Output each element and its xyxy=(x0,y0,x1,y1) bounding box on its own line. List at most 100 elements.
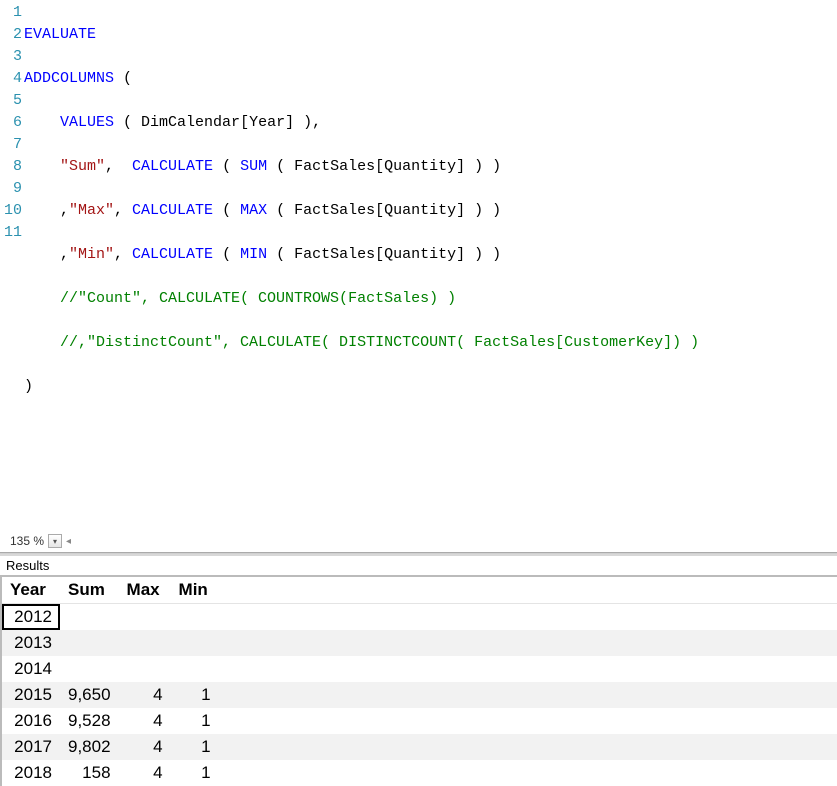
function-sum: SUM xyxy=(240,158,267,175)
cell-max[interactable]: 4 xyxy=(119,760,171,786)
cell-max[interactable]: 4 xyxy=(119,682,171,708)
column-header-sum[interactable]: Sum xyxy=(60,577,119,604)
code-text: , xyxy=(24,246,69,263)
function-min: MIN xyxy=(240,246,267,263)
comment: //"Count", CALCULATE( COUNTROWS(FactSale… xyxy=(60,290,456,307)
string-literal: "Sum" xyxy=(60,158,105,175)
comment: //,"DistinctCount", CALCULATE( DISTINCTC… xyxy=(60,334,699,351)
cell-min[interactable]: 1 xyxy=(171,760,219,786)
code-editor[interactable]: 1 2 3 4 5 6 7 8 9 10 11 EVALUATE ADDCOLU… xyxy=(0,0,837,530)
column-ref: [Year] xyxy=(240,114,294,131)
cell-blank xyxy=(219,656,837,682)
cell-sum[interactable] xyxy=(60,656,119,682)
code-text: , xyxy=(114,246,132,263)
keyword-evaluate: EVALUATE xyxy=(24,26,96,43)
zoom-dropdown-button[interactable]: ▾ xyxy=(48,534,62,548)
cell-year[interactable]: 2014 xyxy=(2,656,60,682)
cell-blank xyxy=(219,760,837,786)
cell-min[interactable]: 1 xyxy=(171,682,219,708)
table-header-row: Year Sum Max Min xyxy=(2,577,837,604)
code-text: ( xyxy=(213,158,240,175)
function-calculate: CALCULATE xyxy=(132,202,213,219)
table-row[interactable]: 2015 9,650 4 1 xyxy=(2,682,837,708)
line-number: 3 xyxy=(0,46,22,68)
zoom-value: 135 % xyxy=(10,534,44,548)
column-header-min[interactable]: Min xyxy=(171,577,219,604)
cell-min[interactable] xyxy=(171,604,219,631)
function-max: MAX xyxy=(240,202,267,219)
cell-blank xyxy=(219,734,837,760)
code-text: ) ) xyxy=(465,246,501,263)
cell-max[interactable]: 4 xyxy=(119,708,171,734)
cell-sum[interactable] xyxy=(60,604,119,631)
line-number: 7 xyxy=(0,134,22,156)
code-text: , xyxy=(105,158,132,175)
results-table[interactable]: Year Sum Max Min 2012 2013 2014 xyxy=(2,577,837,786)
code-text xyxy=(24,158,60,175)
code-text: ) xyxy=(24,378,33,395)
cell-sum[interactable]: 9,650 xyxy=(60,682,119,708)
cell-year[interactable]: 2017 xyxy=(2,734,60,760)
table-row[interactable]: 2018 158 4 1 xyxy=(2,760,837,786)
cell-min[interactable]: 1 xyxy=(171,708,219,734)
table-row[interactable]: 2016 9,528 4 1 xyxy=(2,708,837,734)
code-text: , xyxy=(24,202,69,219)
line-number: 6 xyxy=(0,112,22,134)
zoom-bar: 135 % ▾ ◂ xyxy=(0,530,837,552)
scroll-left-icon[interactable]: ◂ xyxy=(66,536,71,547)
string-literal: "Max" xyxy=(69,202,114,219)
code-text xyxy=(24,334,60,351)
cell-year[interactable]: 2016 xyxy=(2,708,60,734)
cell-sum[interactable]: 158 xyxy=(60,760,119,786)
code-text: ( FactSales xyxy=(267,246,375,263)
cell-year[interactable]: 2015 xyxy=(2,682,60,708)
line-number: 11 xyxy=(0,222,22,244)
cell-max[interactable]: 4 xyxy=(119,734,171,760)
cell-blank xyxy=(219,708,837,734)
code-area[interactable]: EVALUATE ADDCOLUMNS ( VALUES ( DimCalend… xyxy=(24,2,837,530)
column-ref: [Quantity] xyxy=(375,158,465,175)
cell-max[interactable] xyxy=(119,604,171,631)
code-text: , xyxy=(114,202,132,219)
line-number: 9 xyxy=(0,178,22,200)
cell-max[interactable] xyxy=(119,656,171,682)
code-text: ( FactSales xyxy=(267,202,375,219)
line-number: 10 xyxy=(0,200,22,222)
column-header-blank xyxy=(219,577,837,604)
code-text: ) ) xyxy=(465,202,501,219)
function-values: VALUES xyxy=(60,114,114,131)
line-number: 5 xyxy=(0,90,22,112)
table-row[interactable]: 2017 9,802 4 1 xyxy=(2,734,837,760)
cell-sum[interactable]: 9,528 xyxy=(60,708,119,734)
code-text: ( xyxy=(213,246,240,263)
column-header-max[interactable]: Max xyxy=(119,577,171,604)
cell-min[interactable] xyxy=(171,656,219,682)
table-row[interactable]: 2014 xyxy=(2,656,837,682)
cell-year[interactable]: 2013 xyxy=(2,630,60,656)
column-ref: [Quantity] xyxy=(375,202,465,219)
line-number-gutter: 1 2 3 4 5 6 7 8 9 10 11 xyxy=(0,2,24,530)
cell-sum[interactable]: 9,802 xyxy=(60,734,119,760)
cell-sum[interactable] xyxy=(60,630,119,656)
cell-min[interactable]: 1 xyxy=(171,734,219,760)
cell-blank xyxy=(219,630,837,656)
code-text xyxy=(24,290,60,307)
results-grid[interactable]: Year Sum Max Min 2012 2013 2014 xyxy=(0,575,837,786)
column-ref: [Quantity] xyxy=(375,246,465,263)
cell-min[interactable] xyxy=(171,630,219,656)
code-text: ( DimCalendar xyxy=(114,114,240,131)
line-number: 1 xyxy=(0,2,22,24)
line-number: 4 xyxy=(0,68,22,90)
cell-year[interactable]: 2018 xyxy=(2,760,60,786)
table-row[interactable]: 2012 xyxy=(2,604,837,631)
column-header-year[interactable]: Year xyxy=(2,577,60,604)
cell-max[interactable] xyxy=(119,630,171,656)
function-calculate: CALCULATE xyxy=(132,246,213,263)
table-row[interactable]: 2013 xyxy=(2,630,837,656)
cell-blank xyxy=(219,604,837,631)
cell-year[interactable]: 2012 xyxy=(2,604,60,631)
line-number: 8 xyxy=(0,156,22,178)
code-text: ( FactSales xyxy=(267,158,375,175)
string-literal: "Min" xyxy=(69,246,114,263)
code-text xyxy=(24,114,60,131)
